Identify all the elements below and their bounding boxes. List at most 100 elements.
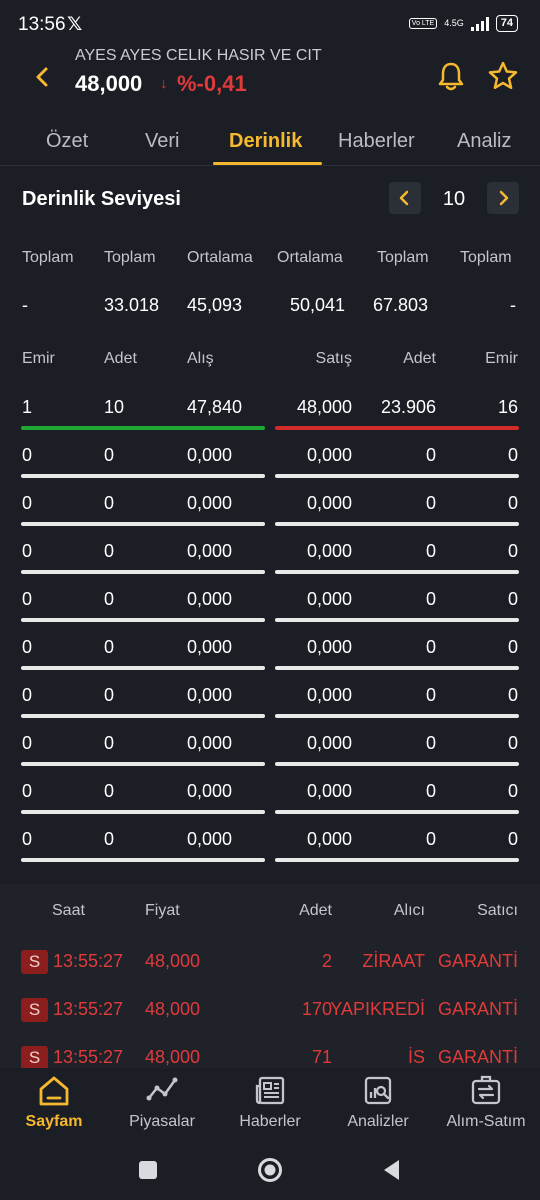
bid-price-cell: 0,000 [187, 445, 233, 465]
tab-haberler[interactable]: Haberler [338, 130, 415, 153]
nav-sayfam[interactable]: Sayfam [0, 1068, 108, 1148]
sell-side-badge: S [21, 1046, 48, 1070]
trade-seller: GARANTİ [438, 1047, 519, 1067]
status-bar: 13:56 𝕏 Vo LTE 4.5G 74 [0, 0, 540, 50]
ask-qty-cell: 0 [425, 493, 436, 513]
ask-qty-cell: 0 [425, 637, 436, 657]
nav-piyasalar[interactable]: Piyasalar [108, 1068, 216, 1148]
ask-orders-cell: 0 [507, 685, 518, 705]
newspaper-icon [255, 1076, 285, 1105]
bid-qty-cell: 0 [104, 493, 115, 513]
ask-qty-cell: 0 [425, 541, 436, 561]
tab-ozet[interactable]: Özet [46, 130, 88, 153]
nav-analizler[interactable]: Analizler [324, 1068, 432, 1148]
sell-side-badge: S [21, 950, 48, 974]
ask-depth-bar [275, 522, 519, 526]
ask-price-cell: 0,000 [306, 733, 352, 753]
bid-depth-bar [21, 618, 265, 622]
bid-depth-bar [21, 666, 265, 670]
ask-orders-cell: 0 [507, 781, 518, 801]
detail-tabs: Özet Veri Derinlik Haberler Analiz [0, 118, 540, 166]
trade-buyer: YAPIKREDİ [330, 999, 425, 1019]
trade-time-header: Saat [52, 902, 85, 919]
bid-orders-cell: 0 [22, 781, 33, 801]
ask-depth-bar [275, 474, 519, 478]
recent-apps-icon[interactable] [134, 1156, 162, 1184]
ask-qty-cell: 0 [425, 445, 436, 465]
tab-analiz[interactable]: Analiz [457, 130, 511, 153]
total-qty-bid-header: Toplam [104, 249, 156, 266]
ask-orders-cell: 16 [497, 397, 518, 417]
ask-price-cell: 0,000 [306, 781, 352, 801]
ask-depth-bar [275, 714, 519, 718]
bid-qty-cell: 0 [104, 445, 115, 465]
bid-price-cell: 47,840 [187, 397, 243, 417]
ask-price-header: Satış [315, 350, 352, 367]
down-arrow-icon: ↓ [160, 75, 168, 92]
ask-orders-cell: 0 [507, 589, 518, 609]
trade-buyer: İS [407, 1047, 425, 1067]
trade-time: 13:55:27 [53, 951, 124, 971]
trade-time: 13:55:27 [53, 999, 124, 1019]
back-triangle-icon[interactable] [378, 1156, 406, 1184]
home-icon [39, 1076, 69, 1106]
bid-price-cell: 0,000 [187, 493, 233, 513]
trade-qty-header: Adet [299, 902, 332, 919]
bid-qty-cell: 0 [104, 541, 115, 561]
tab-veri[interactable]: Veri [145, 130, 179, 153]
nav-label-haberler: Haberler [239, 1113, 301, 1130]
total-qty-bid: 33.018 [104, 295, 160, 315]
tab-derinlik[interactable]: Derinlik [229, 130, 302, 153]
bid-orders-cell: 0 [22, 637, 33, 657]
ask-depth-bar [275, 666, 519, 670]
bid-qty-cell: 0 [104, 733, 115, 753]
ask-price-cell: 0,000 [306, 589, 352, 609]
trade-qty: 2 [321, 951, 332, 971]
star-icon[interactable] [487, 60, 519, 92]
bid-orders-cell: 0 [22, 493, 33, 513]
chevron-right-icon [499, 190, 509, 206]
trade-buyer-header: Alıcı [393, 902, 425, 919]
bid-price-cell: 0,000 [187, 685, 233, 705]
bid-depth-bar [21, 810, 265, 814]
nav-label-piyasalar: Piyasalar [129, 1113, 195, 1130]
bid-orders-cell: 0 [22, 589, 33, 609]
system-navigation-bar [0, 1148, 540, 1200]
nav-haberler[interactable]: Haberler [216, 1068, 324, 1148]
nav-alim-satim[interactable]: Alım-Satım [432, 1068, 540, 1148]
bid-depth-bar [21, 570, 265, 574]
bell-icon[interactable] [436, 60, 466, 92]
level-increase-button[interactable] [487, 182, 519, 214]
nav-label-alim-satim: Alım-Satım [446, 1113, 526, 1130]
bid-depth-bar [21, 426, 265, 430]
market-chart-icon [146, 1077, 178, 1101]
bid-qty-cell: 0 [104, 637, 115, 657]
bid-depth-bar [21, 474, 265, 478]
back-chevron-icon[interactable] [30, 64, 56, 90]
ask-qty-cell: 0 [425, 829, 436, 849]
bid-orders-cell: 0 [22, 541, 33, 561]
bid-depth-bar [21, 858, 265, 862]
bid-price-cell: 0,000 [187, 637, 233, 657]
bid-price-cell: 0,000 [187, 829, 233, 849]
battery-icon: 74 [495, 15, 518, 32]
ask-orders-header: Emir [485, 350, 518, 367]
ask-qty-cell: 0 [425, 733, 436, 753]
nav-label-analizler: Analizler [347, 1113, 409, 1130]
ask-depth-bar [275, 618, 519, 622]
home-button-icon[interactable] [256, 1156, 284, 1184]
ask-qty-cell: 23.906 [380, 397, 436, 417]
ask-depth-bar [275, 762, 519, 766]
avg-bid-price: 45,093 [187, 295, 243, 315]
stock-name: AYES AYES CELIK HASIR VE CIT [75, 47, 322, 64]
trade-time: 13:55:27 [53, 1047, 124, 1067]
analysis-icon [364, 1076, 392, 1105]
bid-depth-bar [21, 522, 265, 526]
bid-orders-cell: 0 [22, 829, 33, 849]
trade-price: 48,000 [145, 999, 201, 1019]
chevron-left-icon [399, 190, 409, 206]
avg-ask-header: Ortalama [277, 249, 343, 266]
ask-price-cell: 0,000 [306, 829, 352, 849]
level-decrease-button[interactable] [389, 182, 421, 214]
ask-price-cell: 0,000 [306, 493, 352, 513]
